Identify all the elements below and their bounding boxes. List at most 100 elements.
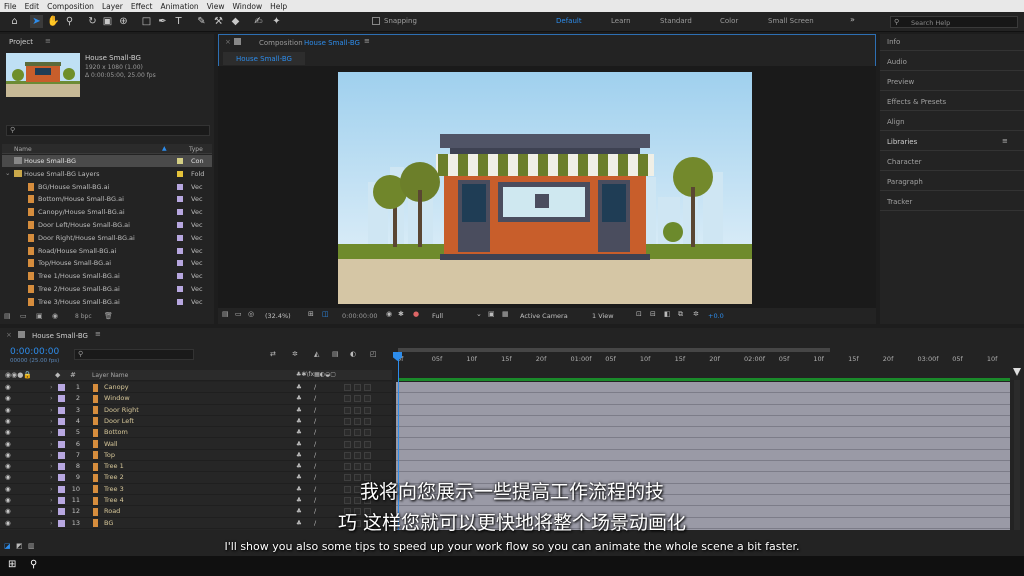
- switch-box[interactable]: [344, 463, 351, 471]
- label-color-swatch[interactable]: [177, 234, 183, 241]
- switch-box[interactable]: [364, 406, 371, 414]
- transparency-grid-icon[interactable]: ▦: [502, 310, 509, 318]
- layer-duration-bar[interactable]: [396, 405, 1010, 416]
- label-color-swatch[interactable]: [58, 406, 65, 414]
- switch-box[interactable]: [344, 417, 351, 425]
- menu-item-layer[interactable]: Layer: [102, 2, 123, 11]
- chevron-right-icon[interactable]: ›: [50, 451, 53, 459]
- panel-align[interactable]: Align: [887, 118, 905, 126]
- label-color-swatch[interactable]: [58, 429, 65, 437]
- switch-box[interactable]: [354, 429, 361, 437]
- menu-item-animation[interactable]: Animation: [160, 2, 198, 11]
- reset-exposure-icon[interactable]: ✲: [693, 310, 699, 318]
- chevron-right-icon[interactable]: ›: [50, 417, 53, 425]
- quality-switch-icon[interactable]: /: [314, 406, 316, 414]
- project-item[interactable]: Road/House Small-BG.ai Vec: [2, 245, 212, 257]
- timeline-tab-label[interactable]: House Small-BG: [32, 332, 88, 340]
- quality-switch-icon[interactable]: /: [314, 383, 316, 391]
- type-tool-icon[interactable]: T: [172, 15, 185, 28]
- eye-icon[interactable]: ◉: [5, 406, 11, 414]
- project-item[interactable]: Door Left/House Small-BG.ai Vec: [2, 219, 212, 231]
- panel-tracker[interactable]: Tracker: [887, 198, 912, 206]
- layer-name[interactable]: Tree 1: [104, 462, 124, 470]
- menu-item-view[interactable]: View: [207, 2, 225, 11]
- pan-behind-tool-icon[interactable]: ⊕: [117, 15, 130, 28]
- monitor-icon[interactable]: ▭: [235, 310, 242, 318]
- workspace-learn[interactable]: Learn: [611, 17, 631, 25]
- layer-row[interactable]: ◉ › 6 Wall ♣ /: [0, 439, 392, 450]
- switch-box[interactable]: [344, 440, 351, 448]
- zoom-tool-icon[interactable]: ⚲: [63, 15, 76, 28]
- chevron-right-icon[interactable]: ›: [50, 462, 53, 470]
- flowchart-icon[interactable]: ⧉: [678, 310, 683, 319]
- workspace-standard[interactable]: Standard: [660, 17, 692, 25]
- layer-duration-bar[interactable]: [396, 382, 1010, 394]
- switch-box[interactable]: [364, 429, 371, 437]
- workspace-overflow-icon[interactable]: »: [850, 15, 855, 24]
- project-search-input[interactable]: ⚲: [6, 125, 210, 136]
- fast-preview-icon[interactable]: ▣: [488, 310, 495, 318]
- project-item[interactable]: Tree 2/House Small-BG.ai Vec: [2, 283, 212, 295]
- grid-icon[interactable]: ⊞: [308, 310, 314, 318]
- switch-box[interactable]: [344, 429, 351, 437]
- comp-mini-flowchart-icon[interactable]: ⇄: [270, 350, 276, 358]
- layer-name[interactable]: Window: [104, 394, 130, 402]
- graph-editor-icon[interactable]: ◰: [370, 350, 377, 358]
- panel-menu-icon[interactable]: ≡: [45, 37, 51, 45]
- sort-ascending-icon[interactable]: ▲: [162, 145, 167, 152]
- draft-3d-icon[interactable]: ✲: [292, 350, 298, 358]
- panel-paragraph[interactable]: Paragraph: [887, 178, 923, 186]
- close-tab-icon[interactable]: ×: [225, 38, 231, 46]
- menu-item-help[interactable]: Help: [270, 2, 287, 11]
- eye-icon[interactable]: ◉: [5, 462, 11, 470]
- 3d-renderer-icon[interactable]: ⊡: [636, 310, 642, 318]
- toggle-pixel-aspect-icon[interactable]: ⊟: [650, 310, 656, 318]
- menu-item-effect[interactable]: Effect: [131, 2, 153, 11]
- label-color-swatch[interactable]: [177, 170, 183, 177]
- rotate-tool-icon[interactable]: ↻: [86, 15, 99, 28]
- exposure-value[interactable]: +0.0: [708, 312, 724, 320]
- selection-tool-icon[interactable]: ➤: [30, 15, 43, 28]
- layer-name[interactable]: Door Right: [104, 406, 139, 414]
- chevron-down-icon[interactable]: ⌄: [5, 169, 10, 177]
- project-item[interactable]: Top/House Small-BG.ai Vec: [2, 257, 212, 269]
- windows-start-icon[interactable]: ⊞: [8, 559, 16, 570]
- always-preview-icon[interactable]: ▤: [222, 310, 229, 318]
- chevron-down-icon[interactable]: ⌄: [476, 310, 482, 318]
- layer-row[interactable]: ◉ › 3 Door Right ♣ /: [0, 405, 392, 416]
- bpc-label[interactable]: 8 bpc: [75, 313, 92, 320]
- quality-switch-icon[interactable]: /: [314, 462, 316, 470]
- switch-box[interactable]: [364, 440, 371, 448]
- lock-icon[interactable]: [234, 38, 241, 45]
- frame-blending-icon[interactable]: ▤: [332, 350, 339, 358]
- type-column-header[interactable]: Type: [189, 146, 203, 153]
- eye-icon[interactable]: ◉: [5, 428, 11, 436]
- layer-row[interactable]: ◉ › 5 Bottom ♣ /: [0, 427, 392, 439]
- composition-panel-comp-name[interactable]: House Small-BG: [304, 39, 360, 47]
- panel-preview[interactable]: Preview: [887, 78, 914, 86]
- region-of-interest-icon[interactable]: ◫: [322, 310, 329, 318]
- switch-box[interactable]: [354, 417, 361, 425]
- layer-name[interactable]: Door Left: [104, 417, 134, 425]
- timeline-current-time[interactable]: 0:00:00:00: [10, 347, 59, 357]
- home-icon[interactable]: ⌂: [8, 15, 21, 28]
- label-color-swatch[interactable]: [177, 209, 183, 216]
- label-color-swatch[interactable]: [177, 298, 183, 305]
- menu-item-file[interactable]: File: [4, 2, 17, 11]
- new-folder-icon[interactable]: ▭: [20, 312, 27, 320]
- project-item[interactable]: Door Right/House Small-BG.ai Vec: [2, 232, 212, 244]
- panel-audio[interactable]: Audio: [887, 58, 907, 66]
- label-color-swatch[interactable]: [58, 463, 65, 471]
- label-color-swatch[interactable]: [58, 451, 65, 459]
- collapse-switch-icon[interactable]: ♣: [296, 394, 302, 402]
- roto-brush-tool-icon[interactable]: ✍: [252, 15, 265, 28]
- switch-box[interactable]: [364, 463, 371, 471]
- delete-icon[interactable]: 🗑: [104, 312, 113, 320]
- eye-icon[interactable]: ◉: [5, 394, 11, 402]
- quality-switch-icon[interactable]: /: [314, 440, 316, 448]
- panel-libraries[interactable]: Libraries: [887, 138, 917, 146]
- rectangle-tool-icon[interactable]: □: [140, 15, 153, 28]
- camera-dropdown[interactable]: Active Camera: [520, 312, 568, 320]
- chevron-right-icon[interactable]: ›: [50, 440, 53, 448]
- quality-switch-icon[interactable]: /: [314, 417, 316, 425]
